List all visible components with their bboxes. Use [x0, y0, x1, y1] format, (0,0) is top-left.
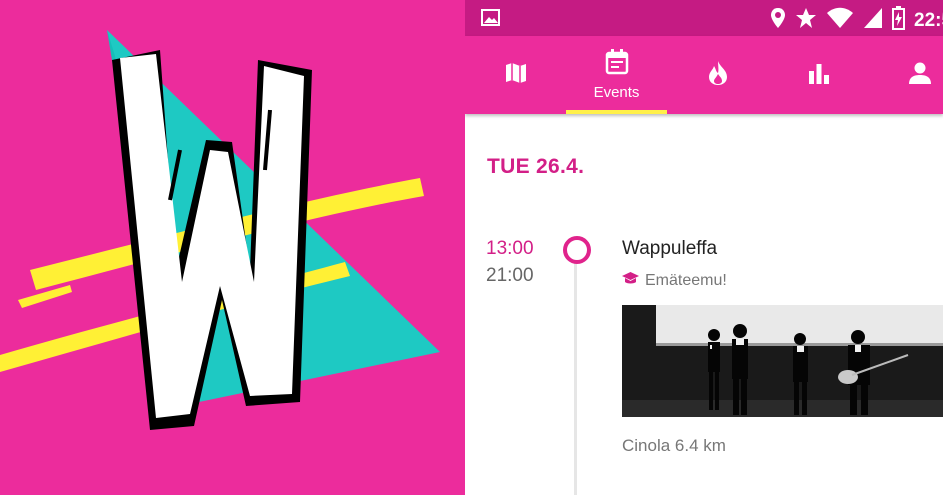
graduation-cap-icon	[622, 271, 639, 290]
bar-chart-icon	[808, 62, 830, 89]
calendar-icon	[605, 49, 629, 80]
event-tag-text: Emäteemu!	[645, 271, 727, 289]
tab-events[interactable]: Events	[566, 36, 667, 114]
active-tab-indicator	[566, 110, 667, 114]
tab-events-label: Events	[593, 84, 640, 101]
event-title[interactable]: Wappuleffa	[622, 238, 717, 260]
wappu-logo-icon	[0, 30, 440, 430]
map-icon	[504, 61, 528, 90]
star-icon	[795, 7, 817, 34]
timeline-line	[574, 258, 577, 495]
fire-icon	[707, 60, 729, 91]
event-location: Cinola 6.4 km	[622, 436, 726, 455]
tab-profile[interactable]	[869, 36, 943, 114]
status-time: 22:5	[914, 9, 943, 31]
status-icons: 22:5	[770, 6, 943, 35]
date-header: TUE 26.4.	[487, 155, 585, 178]
event-tag: Emäteemu!	[622, 271, 727, 290]
signal-icon	[863, 7, 883, 34]
event-end-time: 21:00	[486, 265, 534, 286]
tab-map[interactable]	[465, 36, 566, 114]
tab-bar: Events	[465, 36, 943, 114]
tab-feed[interactable]	[667, 36, 768, 114]
status-bar: 22:5	[465, 0, 943, 36]
wifi-icon	[826, 7, 854, 34]
location-icon	[770, 7, 786, 34]
app-screen: 22:5 Events	[465, 0, 943, 495]
band-photo	[622, 305, 943, 417]
tab-stats[interactable]	[768, 36, 869, 114]
person-icon	[908, 62, 931, 89]
timeline-dot	[563, 236, 591, 264]
gallery-icon	[481, 9, 500, 31]
logo-panel	[0, 0, 465, 495]
event-start-time: 13:00	[486, 238, 534, 259]
battery-charging-icon	[892, 6, 905, 35]
event-image[interactable]	[622, 305, 943, 417]
